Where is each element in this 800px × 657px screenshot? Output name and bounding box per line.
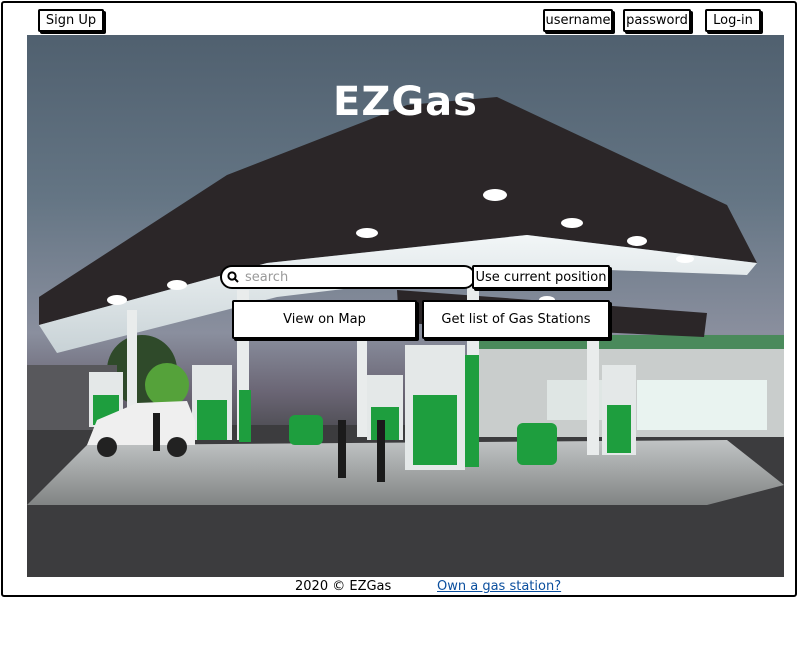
copyright-text: 2020 © EZGas xyxy=(295,579,392,594)
own-gas-station-link[interactable]: Own a gas station? xyxy=(437,579,561,594)
password-field[interactable]: password xyxy=(623,9,691,32)
login-button[interactable]: Log-in xyxy=(705,9,761,32)
search-icon xyxy=(227,271,239,283)
search-placeholder: search xyxy=(245,269,289,285)
view-on-map-button[interactable]: View on Map xyxy=(232,300,417,339)
signup-button[interactable]: Sign Up xyxy=(38,9,104,32)
search-input[interactable]: search xyxy=(220,265,476,289)
app-title: EZGas xyxy=(333,79,478,125)
use-current-position-button[interactable]: Use current position xyxy=(472,265,610,289)
username-field[interactable]: username xyxy=(543,9,613,32)
get-list-gas-stations-button[interactable]: Get list of Gas Stations xyxy=(422,300,610,339)
